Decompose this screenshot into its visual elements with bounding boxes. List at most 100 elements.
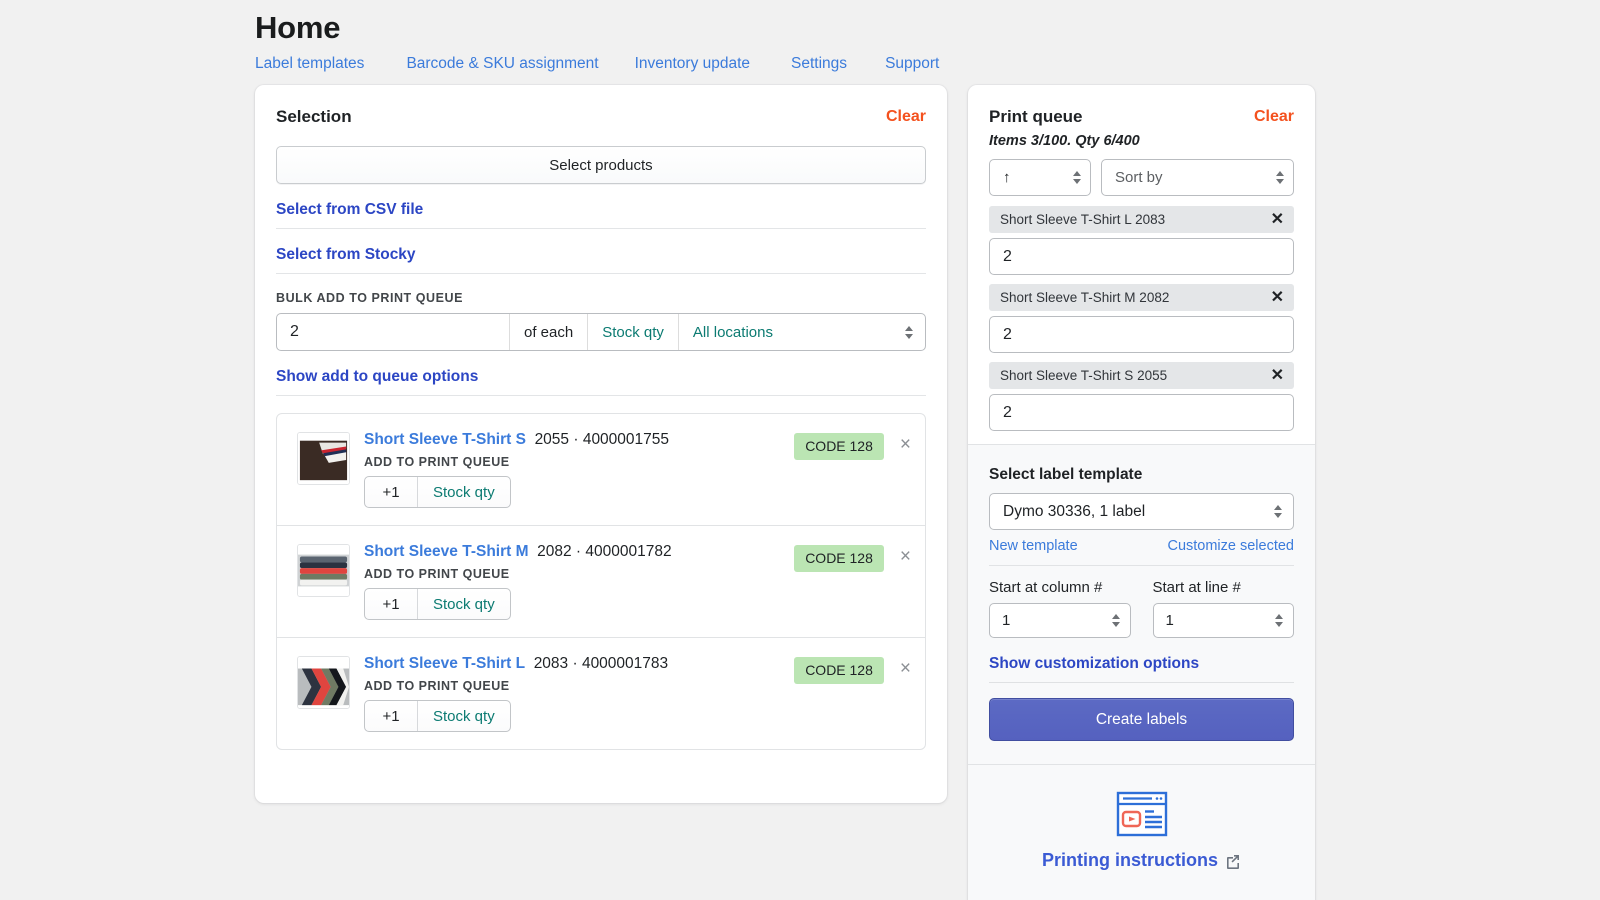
start-line-input[interactable]: 1 [1152, 603, 1294, 638]
start-column-value: 1 [1002, 612, 1011, 629]
select-from-stocky-link[interactable]: Select from Stocky [276, 246, 416, 263]
product-meta-text: 2083 · 4000001783 [533, 655, 669, 672]
start-line-label: Start at line # [1152, 579, 1241, 596]
product-info: Short Sleeve T-Shirt S 2055 · 4000001755… [350, 430, 794, 508]
chevron-updown-icon [1276, 171, 1284, 184]
new-template-link[interactable]: New template [989, 538, 1078, 554]
start-column-group: Start at column # 1 [989, 579, 1131, 638]
add-one-button[interactable]: +1 [365, 477, 418, 507]
create-labels-button[interactable]: Create labels [989, 698, 1294, 741]
product-title: Short Sleeve T-Shirt S 2055 · 4000001755 [364, 430, 794, 450]
product-row: Short Sleeve T-Shirt M 2082 · 4000001782… [277, 526, 925, 638]
product-name-link[interactable]: Short Sleeve T-Shirt S [364, 431, 526, 448]
print-queue-clear-button[interactable]: Clear [1254, 108, 1294, 126]
queue-item: Short Sleeve T-Shirt L 2083 ✕ 2 [989, 206, 1294, 275]
barcode-type-badge: CODE 128 [794, 545, 884, 572]
product-thumbnail [297, 432, 350, 485]
nav-item-support[interactable]: Support [885, 54, 939, 74]
start-line-group: Start at line # 1 [1152, 579, 1294, 638]
product-meta: 2082 · 4000001782 [533, 543, 671, 560]
product-thumbnail [297, 544, 350, 597]
product-title: Short Sleeve T-Shirt M 2082 · 4000001782 [364, 542, 794, 562]
label-template-value: Dymo 30336, 1 label [1003, 502, 1146, 520]
bulk-add-label: BULK ADD TO PRINT QUEUE [276, 291, 463, 305]
selected-products-list: Short Sleeve T-Shirt S 2055 · 4000001755… [276, 413, 926, 750]
start-position-row: Start at column # 1 Start at line # 1 [989, 579, 1294, 638]
product-meta: 2055 · 4000001755 [530, 431, 669, 448]
print-queue-header: Print queue Clear [968, 85, 1315, 127]
nav-item-barcode-sku-assignment[interactable]: Barcode & SKU assignment [406, 54, 598, 74]
browser-video-tutorial-icon [1116, 791, 1168, 837]
queue-item-name: Short Sleeve T-Shirt L 2083 [1000, 212, 1166, 227]
chevron-updown-icon [1073, 171, 1081, 184]
queue-item-remove-icon[interactable]: ✕ [1271, 211, 1284, 228]
add-one-button[interactable]: +1 [365, 701, 418, 731]
add-to-queue-caption: ADD TO PRINT QUEUE [364, 567, 510, 581]
label-template-links: New template Customize selected [989, 538, 1294, 566]
product-name-link[interactable]: Short Sleeve T-Shirt L [364, 655, 525, 672]
chevron-updown-icon [1274, 505, 1282, 518]
select-products-button[interactable]: Select products [276, 146, 926, 184]
printing-instructions-section: Printing instructions [968, 765, 1315, 900]
show-customization-options-link[interactable]: Show customization options [989, 655, 1199, 672]
start-column-input[interactable]: 1 [989, 603, 1131, 638]
nav-item-inventory-update[interactable]: Inventory update [635, 54, 750, 74]
remove-product-icon[interactable]: × [900, 547, 911, 566]
print-queue-title: Print queue [989, 107, 1083, 126]
print-queue-panel: Print queue Clear Items 3/100. Qty 6/400… [968, 85, 1315, 900]
add-stock-qty-button[interactable]: Stock qty [418, 701, 510, 731]
nav-item-settings[interactable]: Settings [791, 54, 847, 74]
page-header: Home Label templates Barcode & SKU assig… [255, 8, 1355, 74]
show-add-to-queue-options-link[interactable]: Show add to queue options [276, 368, 478, 385]
print-queue-items: Short Sleeve T-Shirt L 2083 ✕ 2 Short Sl… [968, 196, 1315, 431]
printing-instructions-link[interactable]: Printing instructions [1042, 850, 1241, 871]
select-from-csv-row: Select from CSV file [276, 184, 926, 229]
bulk-of-each-label: of each [524, 323, 574, 341]
queue-item: Short Sleeve T-Shirt M 2082 ✕ 2 [989, 284, 1294, 353]
selection-clear-button[interactable]: Clear [886, 108, 926, 126]
sort-by-select[interactable]: Sort by [1101, 159, 1294, 196]
label-template-select[interactable]: Dymo 30336, 1 label [989, 493, 1294, 530]
selection-panel: Selection Clear Select products Select f… [255, 85, 947, 803]
show-customization-row: Show customization options [989, 655, 1294, 683]
barcode-type-badge: CODE 128 [794, 657, 884, 684]
bulk-qty-input[interactable]: 2 [277, 314, 509, 350]
selection-title: Selection [276, 107, 352, 126]
product-meta-text: 2055 · 4000001755 [534, 431, 670, 448]
customize-selected-link[interactable]: Customize selected [1167, 538, 1294, 554]
queue-item: Short Sleeve T-Shirt S 2055 ✕ 2 [989, 362, 1294, 431]
product-info: Short Sleeve T-Shirt L 2083 · 4000001783… [350, 654, 794, 732]
queue-item-qty-input[interactable]: 2 [989, 316, 1294, 353]
nav-item-label-templates[interactable]: Label templates [255, 54, 364, 74]
product-name-link[interactable]: Short Sleeve T-Shirt M [364, 543, 529, 560]
chevron-updown-icon [1275, 614, 1283, 627]
bulk-add-controls: 2 of each Stock qty All locations [276, 313, 926, 351]
label-template-section: Select label template Dymo 30336, 1 labe… [968, 445, 1315, 765]
add-to-queue-caption: ADD TO PRINT QUEUE [364, 455, 510, 469]
queue-item-remove-icon[interactable]: ✕ [1271, 289, 1284, 306]
queue-item-qty-input[interactable]: 2 [989, 238, 1294, 275]
queue-item-header: Short Sleeve T-Shirt L 2083 ✕ [989, 206, 1294, 233]
add-stock-qty-button[interactable]: Stock qty [418, 477, 510, 507]
add-one-button[interactable]: +1 [365, 589, 418, 619]
bulk-location-select[interactable]: All locations [679, 314, 925, 350]
queue-item-header: Short Sleeve T-Shirt S 2055 ✕ [989, 362, 1294, 389]
queue-item-remove-icon[interactable]: ✕ [1271, 367, 1284, 384]
select-from-stocky-row: Select from Stocky [276, 229, 926, 274]
chevron-updown-icon [1111, 614, 1120, 627]
sort-direction-select[interactable]: ↑ [989, 159, 1091, 196]
queue-item-qty-input[interactable]: 2 [989, 394, 1294, 431]
add-stock-qty-button[interactable]: Stock qty [418, 589, 510, 619]
sort-by-value: Sort by [1115, 169, 1163, 186]
queue-item-name: Short Sleeve T-Shirt S 2055 [1000, 368, 1168, 383]
bulk-stock-qty-button[interactable]: Stock qty [588, 314, 678, 350]
selection-body: Select products Select from CSV file Sel… [255, 146, 947, 750]
select-from-csv-link[interactable]: Select from CSV file [276, 201, 423, 218]
selection-header: Selection Clear [255, 85, 947, 127]
printing-instructions-label: Printing instructions [1041, 850, 1218, 870]
remove-product-icon[interactable]: × [900, 435, 911, 454]
page-title: Home [255, 10, 341, 45]
print-queue-sort-controls: ↑ Sort by [968, 149, 1315, 196]
remove-product-icon[interactable]: × [900, 659, 911, 678]
primary-nav: Label templates Barcode & SKU assignment… [255, 54, 1355, 74]
